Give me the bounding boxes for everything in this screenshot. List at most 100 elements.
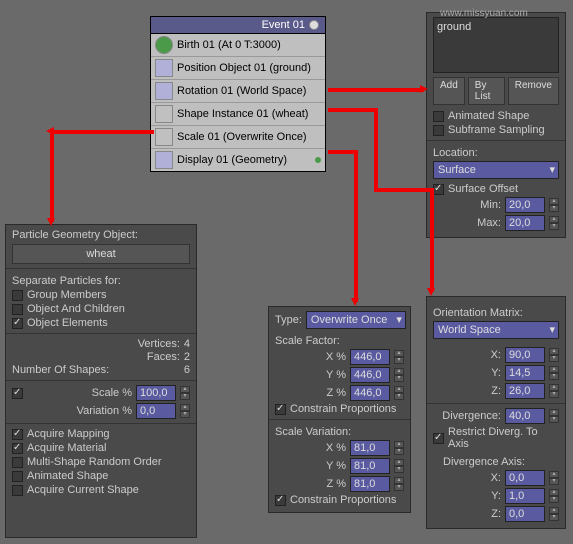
spin-down-icon[interactable]: ▾ [394,375,404,382]
faces-value: 2 [184,351,190,363]
annotation-arrow-icon [328,88,424,92]
birth-icon [155,36,173,54]
list-item: ground [437,21,471,33]
spin-down-icon[interactable]: ▾ [394,484,404,491]
sv-y-spinner[interactable]: 81,0 [350,458,390,474]
spin-up-icon[interactable]: ▴ [549,216,559,223]
spin-down-icon[interactable]: ▾ [394,448,404,455]
orient-z-spinner[interactable]: 26,0 [505,383,545,399]
spin-up-icon[interactable]: ▴ [549,507,559,514]
spin-down-icon[interactable]: ▾ [549,205,559,212]
event-row-scale[interactable]: Scale 01 (Overwrite Once) [151,126,325,149]
bulb-icon[interactable] [309,20,319,30]
min-label: Min: [480,199,501,211]
type-dropdown[interactable]: Overwrite Once [306,311,406,329]
scale-checkbox[interactable] [12,388,23,399]
z-label: Z % [326,387,346,399]
spin-up-icon[interactable]: ▴ [394,441,404,448]
animated-shape-checkbox[interactable] [433,111,444,122]
remove-button[interactable]: Remove [508,77,559,105]
group-members-checkbox[interactable] [12,290,23,301]
event-row-rotation[interactable]: Rotation 01 (World Space) [151,80,325,103]
acquire-material-checkbox[interactable] [12,443,23,454]
spin-down-icon[interactable]: ▾ [549,496,559,503]
event-row-position[interactable]: Position Object 01 (ground) [151,57,325,80]
spin-up-icon[interactable]: ▴ [180,404,190,411]
restrict-checkbox[interactable] [433,433,444,444]
spin-up-icon[interactable]: ▴ [394,477,404,484]
checkbox-label: Acquire Current Shape [27,484,139,496]
spin-up-icon[interactable]: ▴ [549,471,559,478]
constrain-checkbox-2[interactable] [275,495,286,506]
divergence-axis-label: Divergence Axis: [443,456,559,468]
spin-up-icon[interactable]: ▴ [394,368,404,375]
spin-up-icon[interactable]: ▴ [394,386,404,393]
spin-up-icon[interactable]: ▴ [394,459,404,466]
spin-down-icon[interactable]: ▾ [549,478,559,485]
event-row-display[interactable]: Display 01 (Geometry) [151,149,325,171]
event-label: Rotation 01 (World Space) [177,85,306,97]
orientation-dropdown[interactable]: World Space [433,321,559,339]
location-dropdown[interactable]: Surface [433,161,559,179]
object-elements-checkbox[interactable] [12,318,23,329]
subframe-checkbox[interactable] [433,125,444,136]
animated-shape-checkbox[interactable] [12,471,23,482]
multishape-checkbox[interactable] [12,457,23,468]
object-pick-button[interactable]: wheat [12,244,190,264]
event-row-shape[interactable]: Shape Instance 01 (wheat) [151,103,325,126]
checkbox-label: Surface Offset [448,183,518,195]
spin-down-icon[interactable]: ▾ [180,411,190,418]
variation-spinner[interactable]: 0,0 [136,403,176,419]
orient-y-spinner[interactable]: 14,5 [505,365,545,381]
checkbox-label: Subframe Sampling [448,124,545,136]
bylist-button[interactable]: By List [468,77,505,105]
sf-x-spinner[interactable]: 446,0 [350,349,390,365]
spin-up-icon[interactable]: ▴ [549,409,559,416]
spin-down-icon[interactable]: ▾ [549,391,559,398]
emitter-listbox[interactable]: ground [433,17,559,73]
spin-down-icon[interactable]: ▾ [549,223,559,230]
spin-up-icon[interactable]: ▴ [549,384,559,391]
checkbox-label: Multi-Shape Random Order [27,456,162,468]
spin-down-icon[interactable]: ▾ [549,416,559,423]
surface-offset-checkbox[interactable] [433,184,444,195]
checkbox-label: Restrict Diverg. To Axis [448,426,559,450]
orient-x-spinner[interactable]: 90,0 [505,347,545,363]
spin-down-icon[interactable]: ▾ [180,393,190,400]
acquire-mapping-checkbox[interactable] [12,429,23,440]
event-row-birth[interactable]: Birth 01 (At 0 T:3000) [151,34,325,57]
spin-up-icon[interactable]: ▴ [549,489,559,496]
sv-x-spinner[interactable]: 81,0 [350,440,390,456]
shapes-value: 6 [184,364,190,376]
faces-label: Faces: [147,351,180,363]
object-children-checkbox[interactable] [12,304,23,315]
da-z-spinner[interactable]: 0,0 [505,506,545,522]
shape-icon [155,105,173,123]
sf-y-spinner[interactable]: 446,0 [350,367,390,383]
sf-z-spinner[interactable]: 446,0 [350,385,390,401]
max-spinner[interactable]: 20,0 [505,215,545,231]
scale-spinner[interactable]: 100,0 [136,385,176,401]
da-y-spinner[interactable]: 1,0 [505,488,545,504]
spin-down-icon[interactable]: ▾ [394,393,404,400]
spin-down-icon[interactable]: ▾ [549,373,559,380]
acquire-current-checkbox[interactable] [12,485,23,496]
min-spinner[interactable]: 20,0 [505,197,545,213]
constrain-checkbox[interactable] [275,404,286,415]
spin-up-icon[interactable]: ▴ [549,348,559,355]
sv-z-spinner[interactable]: 81,0 [350,476,390,492]
watermark: www.missyuan.com [440,8,528,19]
scale-variation-label: Scale Variation: [275,426,404,438]
event-header[interactable]: Event 01 [151,17,325,34]
spin-down-icon[interactable]: ▾ [549,355,559,362]
spin-up-icon[interactable]: ▴ [394,350,404,357]
add-button[interactable]: Add [433,77,465,105]
spin-down-icon[interactable]: ▾ [394,357,404,364]
spin-up-icon[interactable]: ▴ [549,366,559,373]
spin-up-icon[interactable]: ▴ [549,198,559,205]
da-x-spinner[interactable]: 0,0 [505,470,545,486]
divergence-spinner[interactable]: 40,0 [505,408,545,424]
spin-up-icon[interactable]: ▴ [180,386,190,393]
spin-down-icon[interactable]: ▾ [394,466,404,473]
spin-down-icon[interactable]: ▾ [549,514,559,521]
